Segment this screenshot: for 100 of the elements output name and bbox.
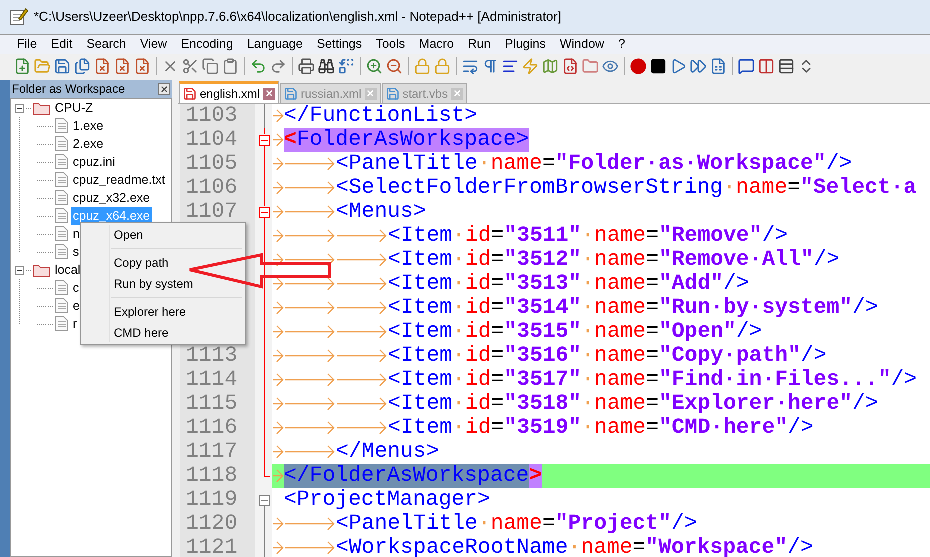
- record-icon[interactable]: [630, 58, 647, 74]
- close-all-icon[interactable]: [114, 58, 131, 74]
- menu-item[interactable]: View: [133, 35, 174, 54]
- close-icon: [160, 84, 168, 94]
- line-number: 1118: [186, 464, 238, 488]
- file-plus-icon[interactable]: [14, 58, 31, 74]
- undo-icon[interactable]: [250, 58, 267, 74]
- file-icon: [55, 118, 69, 134]
- close-others-icon[interactable]: [134, 58, 151, 74]
- close-icon: [452, 89, 462, 98]
- tab-label: start.vbs: [402, 86, 448, 102]
- menu-item[interactable]: ?: [611, 35, 632, 54]
- code-line: <Item·id="3515"·name="Open"/>: [388, 320, 762, 344]
- code-line: <Item·id="3519"·name="CMD·here"/>: [388, 416, 814, 440]
- file-icon: [55, 190, 69, 206]
- tree-item[interactable]: r: [71, 314, 80, 334]
- menu-item[interactable]: Window: [552, 35, 612, 54]
- tree-item[interactable]: s: [71, 242, 82, 262]
- tab-label: russian.xml: [301, 86, 362, 102]
- find-icon[interactable]: [318, 58, 335, 74]
- copy-icon[interactable]: [202, 58, 219, 74]
- line-number: 1116: [186, 416, 238, 440]
- zoom-out-icon[interactable]: [386, 58, 403, 74]
- file-icon: [55, 298, 69, 314]
- code-line: <FolderAsWorkspace>: [284, 128, 530, 152]
- columns-icon[interactable]: [758, 58, 775, 74]
- line-number: 1117: [186, 440, 238, 464]
- close-file-icon[interactable]: [94, 58, 111, 74]
- folder-icon[interactable]: [582, 58, 599, 74]
- speech-bubble-icon[interactable]: [738, 58, 755, 74]
- menu-item[interactable]: CMD here: [114, 322, 245, 343]
- window-title: *C:\Users\Uzeer\Desktop\npp.7.6.6\x64\localization\english.xml - Notepad++ [Administrator]: [34, 8, 562, 26]
- code-line: <Item·id="3517"·name="Find·in·Files..."/>: [388, 368, 918, 392]
- fold-toggle-icon[interactable]: [259, 206, 270, 218]
- paste-icon[interactable]: [222, 58, 239, 74]
- stop-icon[interactable]: [650, 58, 667, 74]
- print-icon[interactable]: [298, 58, 315, 74]
- close-button[interactable]: [158, 83, 170, 95]
- code-line: <PanelTitle·name="Folder·as·Workspace"/>: [336, 152, 852, 176]
- tree-item[interactable]: 1.exe: [71, 116, 106, 136]
- fold-toggle-icon[interactable]: [259, 134, 270, 146]
- map-icon[interactable]: [542, 58, 559, 74]
- file-icon: [55, 226, 69, 242]
- tab-arrow-icon: [336, 325, 388, 339]
- file-tab[interactable]: english.xml: [179, 81, 280, 103]
- menu-item[interactable]: Open: [114, 224, 245, 245]
- close-icon: [264, 89, 274, 98]
- tree-item[interactable]: cpuz_readme.txt: [71, 170, 168, 190]
- menu-item[interactable]: Plugins: [498, 35, 553, 54]
- menu-item[interactable]: Language: [240, 35, 310, 54]
- menu-item[interactable]: File: [10, 35, 44, 54]
- tree-item[interactable]: cpuz.ini: [71, 152, 118, 172]
- menu-item[interactable]: Run: [461, 35, 498, 54]
- tab-arrow-icon: [336, 301, 388, 315]
- code-line: <Menus>: [336, 200, 426, 224]
- file-icon: [55, 136, 69, 152]
- line-number: 1106: [186, 176, 238, 200]
- zoom-in-icon[interactable]: [366, 58, 383, 74]
- menu-item[interactable]: Explorer here: [114, 301, 245, 322]
- tree-item[interactable]: 2.exe: [71, 134, 106, 154]
- menu-item[interactable]: Tools: [369, 35, 412, 54]
- tree-item[interactable]: CPU-Z: [53, 98, 96, 118]
- tab-label: english.xml: [200, 86, 260, 102]
- menu-item[interactable]: Edit: [44, 35, 80, 54]
- menu-item[interactable]: Settings: [310, 35, 370, 54]
- code-line: </FunctionList>: [284, 104, 478, 128]
- tab-arrow-icon: [336, 421, 388, 435]
- rows-icon[interactable]: [778, 58, 795, 74]
- line-number: 1105: [186, 152, 238, 176]
- code-line: <Item·id="3513"·name="Add"/>: [388, 272, 750, 296]
- redo-icon[interactable]: [270, 58, 287, 74]
- fast-forward-icon[interactable]: [690, 58, 707, 74]
- line-number: 1103: [186, 104, 238, 128]
- tab-arrow-icon: [336, 253, 388, 267]
- code-line: <Item·id="3511"·name="Remove"/>: [388, 224, 788, 248]
- panel-title: Folder as Workspace: [12, 81, 126, 98]
- tree-item[interactable]: local: [53, 260, 83, 280]
- cut-icon[interactable]: [182, 58, 199, 74]
- folder-icon: [33, 100, 51, 116]
- line-number: 1107: [186, 200, 238, 224]
- play-icon[interactable]: [670, 58, 687, 74]
- show-symbols-icon[interactable]: [482, 58, 499, 74]
- tab-close-button[interactable]: [263, 88, 276, 100]
- line-number: 1115: [186, 392, 238, 416]
- tree-item[interactable]: c: [71, 278, 82, 298]
- save-icon[interactable]: [54, 58, 71, 74]
- tree-item[interactable]: n: [71, 224, 82, 244]
- tree-item[interactable]: e: [71, 296, 82, 316]
- folder-icon: [33, 262, 51, 278]
- tree-item[interactable]: cpuz_x32.exe: [71, 188, 152, 208]
- fold-toggle-icon[interactable]: [259, 494, 270, 506]
- menu-item[interactable]: Encoding: [174, 35, 240, 54]
- menu-item[interactable]: Macro: [412, 35, 462, 54]
- file-icon: [55, 172, 69, 188]
- line-number: 1114: [186, 368, 238, 392]
- code-line: <Item·id="3518"·name="Explorer·here"/>: [388, 392, 878, 416]
- code-line: <Item·id="3514"·name="Run·by·system"/>: [388, 296, 878, 320]
- menu-item[interactable]: Search: [80, 35, 134, 54]
- tab-arrow-icon: [336, 397, 388, 411]
- code-line: <ProjectManager>: [284, 488, 490, 512]
